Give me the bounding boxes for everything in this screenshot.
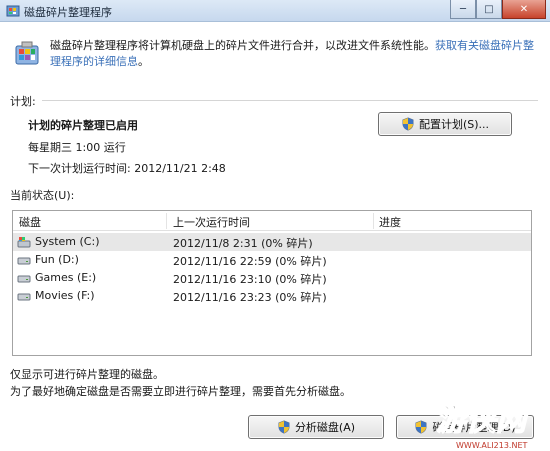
configure-schedule-label: 配置计划(S)... — [418, 118, 490, 131]
title-bar[interactable]: 磁盘碎片整理程序 ─ □ ✕ — [0, 0, 550, 22]
maximize-icon: □ — [484, 3, 494, 15]
column-disk[interactable]: 磁盘 — [19, 214, 41, 230]
window-title: 磁盘碎片整理程序 — [24, 6, 112, 19]
minimize-icon: ─ — [459, 3, 467, 15]
current-status-label: 当前状态(U): — [10, 189, 75, 202]
uac-shield-icon — [415, 420, 427, 434]
schedule-section-label: 计划: — [10, 95, 36, 108]
analyze-disk-label: 分析磁盘(A) — [294, 421, 356, 434]
column-separator[interactable] — [166, 213, 167, 229]
drive-icon — [17, 257, 31, 265]
window-controls: ─ □ ✕ — [450, 0, 546, 20]
description-text: 磁盘碎片整理程序将计算机硬盘上的碎片文件进行合并，以改进文件系统性能。 — [50, 39, 435, 52]
disk-last-run: 2012/11/16 23:23 (0% 碎片) — [173, 291, 327, 304]
disk-last-run: 2012/11/8 2:31 (0% 碎片) — [173, 237, 313, 250]
uac-shield-icon — [278, 420, 290, 434]
column-progress[interactable]: 进度 — [379, 214, 401, 230]
minimize-button[interactable]: ─ — [450, 0, 476, 19]
column-separator[interactable] — [373, 213, 374, 229]
disk-row-fun[interactable]: Fun (D:) 2012/11/16 22:59 (0% 碎片) — [13, 251, 531, 269]
footer-note-2: 为了最好地确定磁盘是否需要立即进行碎片整理，需要首先分析磁盘。 — [10, 385, 351, 398]
column-last-run[interactable]: 上一次运行时间 — [173, 214, 250, 230]
maximize-button[interactable]: □ — [476, 0, 502, 19]
disk-list-header: 磁盘 上一次运行时间 进度 — [13, 211, 531, 231]
defrag-app-icon — [6, 5, 20, 17]
header-description: 磁盘碎片整理程序将计算机硬盘上的碎片文件进行合并，以改进文件系统性能。获取有关磁… — [50, 38, 540, 70]
system-drive-icon — [17, 237, 31, 248]
drive-icon — [17, 293, 31, 301]
analyze-disk-button[interactable]: 分析磁盘(A) — [248, 415, 384, 439]
disk-last-run: 2012/11/16 22:59 (0% 碎片) — [173, 255, 327, 268]
disk-last-run: 2012/11/16 23:10 (0% 碎片) — [173, 273, 327, 286]
disk-name: Games (E:) — [35, 271, 97, 284]
disk-name: Fun (D:) — [35, 253, 79, 266]
description-suffix: 。 — [138, 55, 149, 68]
disk-row-movies[interactable]: Movies (F:) 2012/11/16 23:23 (0% 碎片) — [13, 287, 531, 305]
uac-shield-icon — [402, 117, 414, 131]
schedule-next-run: 下一次计划运行时间: 2012/11/21 2:48 — [28, 162, 226, 175]
schedule-divider — [42, 100, 538, 101]
drive-icon — [17, 275, 31, 283]
disk-row-system[interactable]: System (C:) 2012/11/8 2:31 (0% 碎片) — [13, 233, 531, 251]
disk-list[interactable]: 磁盘 上一次运行时间 进度 System (C:) 2012/11/8 2:31… — [12, 210, 532, 356]
svg-text:游侠网: 游侠网 — [436, 403, 530, 438]
configure-schedule-button[interactable]: 配置计划(S)... — [378, 112, 512, 136]
defrag-large-icon — [15, 41, 39, 65]
disk-name: System (C:) — [35, 235, 100, 248]
disk-row-games[interactable]: Games (E:) 2012/11/16 23:10 (0% 碎片) — [13, 269, 531, 287]
close-icon: ✕ — [519, 3, 529, 15]
site-watermark-logo: 游侠网 WWW.ALI213.NET — [435, 402, 530, 450]
close-button[interactable]: ✕ — [502, 0, 546, 19]
schedule-status: 计划的碎片整理已启用 — [28, 119, 138, 132]
svg-text:WWW.ALI213.NET: WWW.ALI213.NET — [456, 441, 527, 450]
schedule-frequency: 每星期三 1:00 运行 — [28, 141, 126, 154]
disk-name: Movies (F:) — [35, 289, 95, 302]
footer-note-1: 仅显示可进行碎片整理的磁盘。 — [10, 368, 164, 381]
